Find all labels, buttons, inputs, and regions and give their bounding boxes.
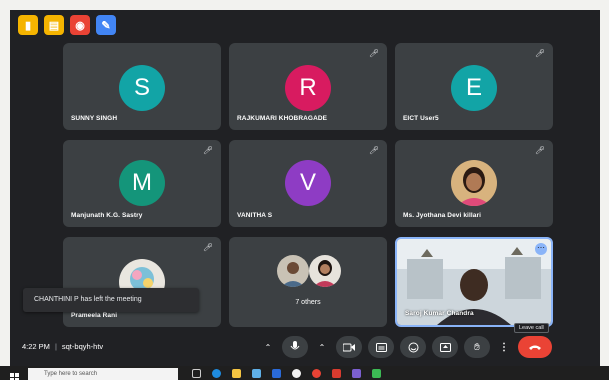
participant-tile[interactable]: 🎤︎ E EICT User5 [395, 43, 553, 130]
taskbar-search-input[interactable]: Type here to search [28, 368, 178, 380]
camera-icon[interactable] [336, 336, 362, 358]
microphone-icon[interactable] [282, 336, 308, 358]
avatar-photo [309, 255, 341, 287]
windows-taskbar: Type here to search [0, 366, 609, 380]
raise-hand-icon[interactable]: ✋︎ [464, 336, 490, 358]
chrome-icon[interactable] [292, 369, 301, 378]
app-icon[interactable] [372, 369, 381, 378]
leave-call-icon[interactable] [518, 336, 552, 358]
participant-tile[interactable]: 🎤︎ Prameela Rani [63, 237, 221, 327]
avatar: M [119, 160, 165, 206]
meet-window: ▮ ▤ ◉ ✎ S SUNNY SINGH 🎤︎ R RAJKUMARI KHO… [10, 10, 600, 370]
participant-name: EICT User5 [403, 115, 439, 122]
more-options-icon[interactable]: ⋮ [496, 336, 512, 358]
mail-icon[interactable] [272, 369, 281, 378]
task-view-icon[interactable] [192, 369, 201, 378]
call-controls: ⌃ ⌃ ✋︎ ⋮ [260, 336, 552, 358]
avatar: V [285, 160, 331, 206]
participant-name: RAJKUMARI KHOBRAGADE [237, 115, 328, 122]
participant-name: Ms. Jyothana Devi killari [403, 212, 482, 219]
mic-off-icon: 🎤︎ [203, 243, 214, 252]
document-icon[interactable]: ▤ [44, 15, 64, 35]
emoji-icon[interactable] [400, 336, 426, 358]
audio-options-chevron-icon[interactable]: ⌃ [260, 336, 276, 358]
participant-tile[interactable]: 🎤︎ M Manjunath K.G. Sastry [63, 140, 221, 227]
mic-off-icon: 🎤︎ [203, 146, 214, 155]
avatar-photo [277, 255, 309, 287]
participant-tile-active[interactable]: ⋯ Saroj Kumar Chandra [395, 237, 553, 327]
folder-icon[interactable]: ▮ [18, 15, 38, 35]
mic-off-icon: 🎤︎ [369, 49, 380, 58]
mic-off-icon: 🎤︎ [535, 49, 546, 58]
participant-name: Prameela Rani [71, 312, 118, 319]
notification-toast: CHANTHINI P has left the meeting [23, 288, 199, 312]
avatar: E [451, 65, 497, 111]
more-options-icon[interactable]: ⋯ [535, 243, 547, 255]
app-icon[interactable] [352, 369, 361, 378]
captions-icon[interactable] [368, 336, 394, 358]
file-explorer-icon[interactable] [232, 369, 241, 378]
participant-name: Manjunath K.G. Sastry [71, 212, 143, 219]
mic-off-icon: 🎤︎ [535, 146, 546, 155]
extension-toolbar: ▮ ▤ ◉ ✎ [18, 15, 116, 35]
store-icon[interactable] [252, 369, 261, 378]
separator: | [54, 342, 57, 351]
others-tile[interactable]: 7 others [229, 237, 387, 327]
participant-name: VANITHA S [237, 212, 273, 219]
record-icon[interactable]: ◉ [70, 15, 90, 35]
meeting-code: sqt-bqyh-htv [61, 342, 104, 351]
mic-off-icon: 🎤︎ [369, 146, 380, 155]
leave-call-tooltip: Leave call [514, 323, 549, 333]
avatar: S [119, 65, 165, 111]
avatar-photo [451, 160, 497, 206]
avatar: R [285, 65, 331, 111]
meeting-time: 4:22 PM [22, 342, 50, 351]
present-screen-icon[interactable] [432, 336, 458, 358]
pdf-reader-icon[interactable] [332, 369, 341, 378]
edge-browser-icon[interactable] [212, 369, 221, 378]
participant-name: SUNNY SINGH [71, 115, 118, 122]
video-options-chevron-icon[interactable]: ⌃ [314, 336, 330, 358]
participant-tile[interactable]: 🎤︎ Ms. Jyothana Devi killari [395, 140, 553, 227]
meeting-details[interactable]: 4:22 PM | sqt-bqyh-htv [22, 342, 103, 351]
participant-name: Saroj Kumar Chandra [405, 310, 474, 317]
chrome-active-icon[interactable] [312, 369, 321, 378]
windows-start-icon[interactable] [10, 369, 19, 380]
others-count: 7 others [295, 299, 321, 306]
edit-icon[interactable]: ✎ [96, 15, 116, 35]
participant-tile[interactable]: 🎤︎ R RAJKUMARI KHOBRAGADE [229, 43, 387, 130]
participant-tile[interactable]: 🎤︎ V VANITHA S [229, 140, 387, 227]
participant-tile[interactable]: S SUNNY SINGH [63, 43, 221, 130]
